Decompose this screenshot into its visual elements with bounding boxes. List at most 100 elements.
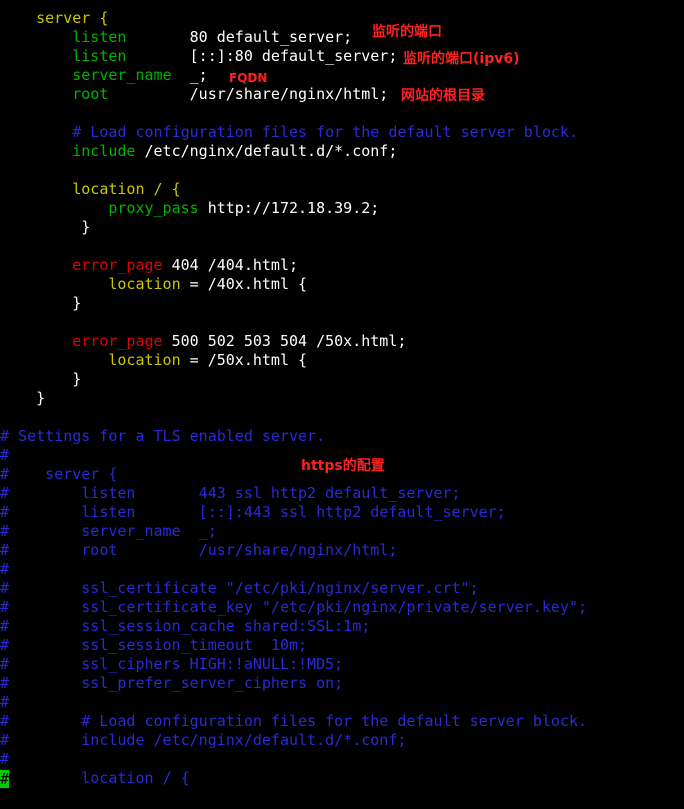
code-token: } (0, 218, 91, 236)
code-token: 500 502 503 504 /50x.html; (162, 332, 407, 350)
code-token: proxy_pass (108, 199, 199, 217)
code-token: # (0, 446, 10, 464)
code-token: http://172.18.39.2; (198, 199, 380, 217)
code-line: } (0, 218, 90, 237)
code-line: server_name _; (0, 66, 208, 85)
code-line: # (0, 750, 9, 769)
code-token: listen (72, 28, 127, 46)
code-token: [::]:80 default_server; (126, 47, 398, 65)
code-token: } (0, 370, 82, 388)
code-token: error_page (72, 256, 163, 274)
annotation-https-config: https的配置 (301, 458, 385, 474)
code-token: # (0, 560, 10, 578)
code-line: error_page 500 502 503 504 /50x.html; (0, 332, 406, 351)
code-line: # ssl_certificate "/etc/pki/nginx/server… (0, 579, 479, 598)
code-line: # include /etc/nginx/default.d/*.conf; (0, 731, 406, 750)
code-line: proxy_pass http://172.18.39.2; (0, 199, 379, 218)
code-token: error_page (72, 332, 163, 350)
code-token: # (0, 750, 10, 768)
code-token: /etc/nginx/default.d/*.conf; (135, 142, 398, 160)
code-line: # server { (0, 465, 117, 484)
text-cursor: # (0, 770, 10, 788)
code-token: _; (171, 66, 208, 84)
code-line: # # Load configuration files for the def… (0, 712, 587, 731)
code-line: root /usr/share/nginx/html; (0, 85, 388, 104)
code-token: location / { (9, 769, 190, 787)
code-line: # ssl_session_cache shared:SSL:1m; (0, 617, 370, 636)
code-token: server { (36, 9, 109, 27)
code-token: # listen [::]:443 ssl http2 default_serv… (0, 503, 506, 521)
code-line: } (0, 370, 81, 389)
code-line: # (0, 693, 9, 712)
code-line: # ssl_certificate_key "/etc/pki/nginx/pr… (0, 598, 587, 617)
code-token: # ssl_session_timeout 10m; (0, 636, 308, 654)
code-line: server { (0, 9, 108, 28)
code-token: = /50x.html { (180, 351, 308, 369)
code-line: # ssl_prefer_server_ciphers on; (0, 674, 343, 693)
code-token: # (0, 693, 10, 711)
code-line: location = /50x.html { (0, 351, 307, 370)
code-token: 404 /404.html; (162, 256, 299, 274)
code-token: # Settings for a TLS enabled server. (0, 427, 326, 445)
code-line: location / { (0, 769, 190, 788)
code-token: location (108, 275, 181, 293)
code-token: # server_name _; (0, 522, 217, 540)
code-line: # listen [::]:443 ssl http2 default_serv… (0, 503, 506, 522)
code-line: # listen 443 ssl http2 default_server; (0, 484, 461, 503)
code-line: # (0, 560, 9, 579)
code-line: # Settings for a TLS enabled server. (0, 427, 325, 446)
code-token: # include /etc/nginx/default.d/*.conf; (0, 731, 407, 749)
annotation-listen-port: 监听的端口 (372, 24, 442, 40)
code-token: # ssl_session_cache shared:SSL:1m; (0, 617, 371, 635)
code-line: # (0, 446, 9, 465)
code-line: listen 80 default_server; (0, 28, 352, 47)
code-token: include (72, 142, 136, 160)
terminal-editor[interactable]: server { listen 80 default_server; liste… (0, 0, 684, 809)
code-token: server_name (72, 66, 172, 84)
code-token: # ssl_certificate "/etc/pki/nginx/server… (0, 579, 479, 597)
code-line: } (0, 294, 81, 313)
annotation-web-root: 网站的根目录 (401, 88, 485, 104)
code-token: /usr/share/nginx/html; (108, 85, 389, 103)
code-token: } (0, 294, 82, 312)
code-line: # ssl_ciphers HIGH:!aNULL:!MD5; (0, 655, 343, 674)
code-token: root (72, 85, 109, 103)
code-line: listen [::]:80 default_server; (0, 47, 397, 66)
code-token: location (108, 351, 181, 369)
code-token: # ssl_certificate_key "/etc/pki/nginx/pr… (0, 598, 587, 616)
code-token: # server { (0, 465, 118, 483)
code-token: } (0, 389, 46, 407)
annotation-listen-port-ipv6: 监听的端口(ipv6) (403, 51, 520, 67)
code-line: # ssl_session_timeout 10m; (0, 636, 307, 655)
code-token: # listen 443 ssl http2 default_server; (0, 484, 461, 502)
code-line: # root /usr/share/nginx/html; (0, 541, 397, 560)
code-token: = /40x.html { (180, 275, 308, 293)
code-token: listen (72, 47, 127, 65)
code-line: } (0, 389, 45, 408)
code-line: include /etc/nginx/default.d/*.conf; (0, 142, 397, 161)
code-token: # ssl_ciphers HIGH:!aNULL:!MD5; (0, 655, 344, 673)
code-token: # root /usr/share/nginx/html; (0, 541, 398, 559)
code-token: location / { (72, 180, 181, 198)
code-token: # Load configuration files for the defau… (0, 123, 578, 141)
code-line: location = /40x.html { (0, 275, 307, 294)
code-line: location / { (0, 180, 181, 199)
code-token: # # Load configuration files for the def… (0, 712, 587, 730)
annotation-fqdn: FQDN (229, 71, 268, 85)
code-line: error_page 404 /404.html; (0, 256, 298, 275)
code-line: # server_name _; (0, 522, 217, 541)
code-token: 80 default_server; (126, 28, 353, 46)
code-line: # Load configuration files for the defau… (0, 123, 578, 142)
